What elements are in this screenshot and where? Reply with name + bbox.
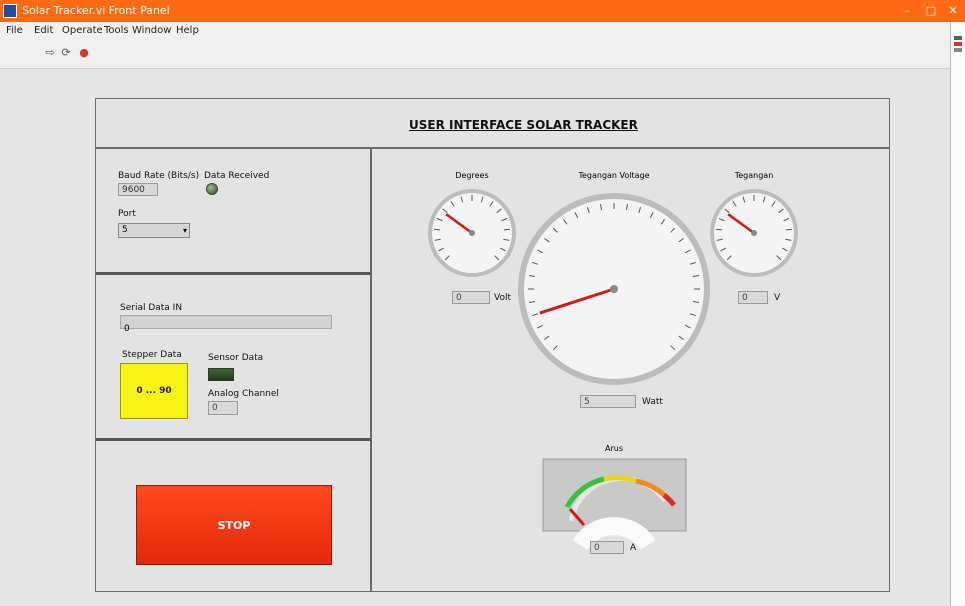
menu-edit[interactable]: Edit xyxy=(34,25,53,36)
maximize-button[interactable]: □ xyxy=(922,3,940,19)
abort-icon[interactable]: ● xyxy=(78,46,90,60)
menu-tools[interactable]: Tools xyxy=(104,25,129,36)
right-gauge-title: Tegangan xyxy=(734,171,774,180)
center-gauge-title: Tegangan Voltage xyxy=(577,171,649,180)
right-gauge: Tegangan xyxy=(710,171,798,277)
run-arrow-icon[interactable]: ⇨ xyxy=(44,46,56,60)
motor-label: Stepper Data xyxy=(122,350,182,360)
minimize-button[interactable]: – xyxy=(898,3,916,19)
stop-cluster: STOP xyxy=(96,441,372,591)
center-gauge-value[interactable]: 5 xyxy=(580,395,636,408)
motor-indicator-button[interactable]: 0 ... 90 xyxy=(120,363,188,419)
center-gauge: Tegangan Voltage xyxy=(518,171,710,385)
com-port-label: Port xyxy=(118,209,136,219)
palette-color-gray xyxy=(954,48,962,52)
right-gauge-tick xyxy=(716,228,723,231)
dropdown-arrow-icon: ▾ xyxy=(182,226,187,235)
menu-operate[interactable]: Operate xyxy=(62,25,103,36)
close-button[interactable]: ✕ xyxy=(944,3,962,19)
green-led-indicator xyxy=(208,368,234,381)
front-panel: USER INTERFACE SOLAR TRACKER Baud Rate (… xyxy=(95,98,890,592)
com-port-select[interactable]: 5 ▾ xyxy=(118,223,190,238)
run-continuous-icon[interactable]: ⟳ xyxy=(60,46,72,60)
palette-color-green xyxy=(954,36,962,40)
serial-read-field: 0 xyxy=(120,315,332,334)
toolbar: ⇨ ⟳ ● xyxy=(0,40,950,69)
meter-title: Arus xyxy=(605,444,623,453)
left-gauge-unit: Volt xyxy=(494,293,511,303)
baud-rate-label: Baud Rate (Bits/s) xyxy=(118,171,200,181)
right-gauge-unit: V xyxy=(774,293,781,303)
com-port-value: 5 xyxy=(122,225,128,235)
baud-rate-field[interactable]: 9600 xyxy=(118,183,158,196)
page-title: USER INTERFACE SOLAR TRACKER xyxy=(409,118,638,132)
left-gauge-tick xyxy=(434,228,441,231)
stop-button[interactable]: STOP xyxy=(136,485,332,565)
serial-read-value: 0 xyxy=(124,324,130,334)
menu-file[interactable]: File xyxy=(6,25,23,36)
gauges-svg: Degrees Tegangan Voltage Tegangan Arus xyxy=(428,171,798,551)
labview-app-icon xyxy=(3,4,17,18)
arus-meter: Arus xyxy=(542,444,687,551)
center-gauge-hub xyxy=(610,285,618,293)
header-box: USER INTERFACE SOLAR TRACKER xyxy=(96,99,889,149)
status-led xyxy=(206,183,218,195)
meter-value[interactable]: 0 xyxy=(590,541,624,554)
center-gauge-unit: Watt xyxy=(642,397,663,407)
menu-help[interactable]: Help xyxy=(176,25,199,36)
menu-window[interactable]: Window xyxy=(132,25,171,36)
settings-cluster: Baud Rate (Bits/s) 9600 Data Received Po… xyxy=(96,149,372,275)
status-led-label: Data Received xyxy=(204,171,270,181)
serial-read-label: Serial Data IN xyxy=(120,303,183,313)
palette-color-red xyxy=(954,42,962,46)
left-gauge-value[interactable]: 0 xyxy=(452,291,490,304)
meter-unit: A xyxy=(630,543,637,553)
window-title: Solar Tracker.vi Front Panel xyxy=(22,4,170,17)
title-bar: Solar Tracker.vi Front Panel – □ ✕ xyxy=(0,0,965,22)
led-indicator-label: Sensor Data xyxy=(208,353,264,363)
left-gauge-tick xyxy=(503,228,510,231)
menu-bar: File Edit Operate Tools Window Help xyxy=(0,22,950,40)
count-field[interactable]: 0 xyxy=(208,401,238,415)
monitor-cluster: Serial Data IN 0 Stepper Data 0 ... 90 S… xyxy=(96,275,372,441)
left-gauge: Degrees xyxy=(428,171,516,277)
right-gauge-tick xyxy=(785,228,792,231)
right-gauge-hub xyxy=(751,230,757,236)
count-label: Analog Channel xyxy=(208,389,279,399)
left-gauge-title: Degrees xyxy=(455,171,488,180)
gauges-area: Degrees Tegangan Voltage Tegangan Arus 0… xyxy=(374,149,887,591)
right-gauge-value[interactable]: 0 xyxy=(738,291,768,304)
palette-strip xyxy=(950,22,965,606)
left-gauge-hub xyxy=(469,230,475,236)
